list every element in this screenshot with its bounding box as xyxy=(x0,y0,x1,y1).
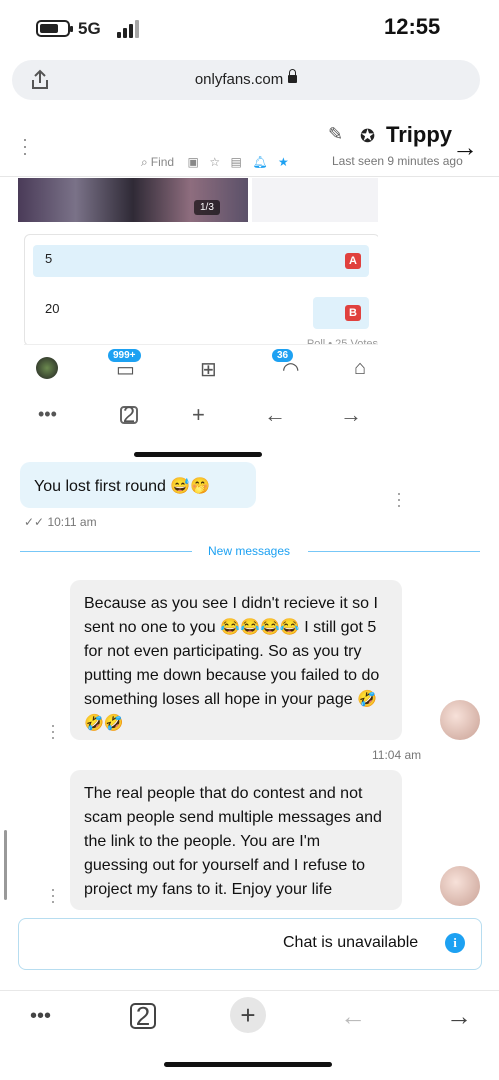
message-options-icon[interactable]: · · · xyxy=(396,484,402,514)
find-label[interactable]: ⌕ Find xyxy=(141,155,177,170)
message-bubble-received[interactable]: Because as you see I didn't recieve it s… xyxy=(70,580,402,740)
messages-badge: 999+ xyxy=(108,349,141,362)
more-icon: ••• xyxy=(38,404,57,424)
option-letter: B xyxy=(345,305,361,321)
message-text: Because as you see I didn't recieve it s… xyxy=(84,595,380,732)
avatar xyxy=(36,357,58,379)
forward-icon[interactable]: → xyxy=(446,1001,472,1032)
back-icon: ← xyxy=(264,402,286,427)
edit-icon[interactable]: ✎ xyxy=(328,124,343,145)
chat-unavailable-banner: Chat is unavailable i xyxy=(18,918,482,970)
bell-icon[interactable]: 🔔︎ xyxy=(252,155,267,169)
notification-badge: 36 xyxy=(272,349,294,362)
media-image-sketch xyxy=(252,178,378,222)
plus-icon: + xyxy=(192,402,205,427)
address-bar[interactable]: onlyfans.com xyxy=(12,60,480,100)
more-options-icon[interactable]: · · · xyxy=(22,130,28,162)
divider-label: New messages xyxy=(208,544,291,558)
header-actions: ⌕ Find ▣ ☆ ▤ 🔔︎ ★ xyxy=(138,153,328,169)
home-indicator-small xyxy=(134,452,262,457)
back-icon[interactable]: ← xyxy=(340,1001,366,1032)
home-indicator xyxy=(164,1062,332,1067)
message-text: You lost first round 😅🤭 xyxy=(34,478,211,495)
option-count: 5 xyxy=(45,251,53,266)
message-text: The real people that do contest and not … xyxy=(84,785,382,898)
poll: A 20 B 5 xyxy=(24,234,378,346)
option-count: 20 xyxy=(45,301,60,316)
unavailable-text: Chat is unavailable xyxy=(283,934,419,951)
more-icon[interactable]: ••• xyxy=(30,1005,51,1028)
message-options-icon[interactable]: · · · xyxy=(50,880,56,910)
gallery-icon[interactable]: ▤ xyxy=(231,155,242,169)
pin-icon[interactable]: ☆ xyxy=(209,155,220,169)
avatar[interactable] xyxy=(440,700,480,740)
network-label: 5G xyxy=(78,19,101,38)
option-letter: A xyxy=(345,253,361,269)
browser-toolbar: ••• 2 + ← → xyxy=(0,990,499,1043)
tabs-icon: 2 xyxy=(120,404,138,426)
signal-icon xyxy=(117,20,141,38)
lock-icon xyxy=(288,69,298,83)
poll-option-a[interactable]: A xyxy=(33,245,369,277)
chat-header: → Trippy ✪ ✎ Last seen 9 minutes ago ⌕ Fi… xyxy=(0,114,499,177)
contact-name[interactable]: Trippy xyxy=(386,122,452,148)
message-bubble-sent[interactable]: You lost first round 😅🤭 xyxy=(20,462,256,508)
message-timestamp: 11:04 am xyxy=(372,748,422,762)
new-messages-divider: New messages xyxy=(20,544,480,558)
poll-option-b[interactable]: B xyxy=(313,297,369,329)
info-icon[interactable]: i xyxy=(445,933,465,953)
forward-icon: → xyxy=(340,402,362,427)
message-bubble-received[interactable]: The real people that do contest and not … xyxy=(70,770,402,910)
embedded-nav: ▭ 999+ ⊞ ◠ 36 ⌂ xyxy=(24,344,378,393)
last-seen: Last seen 9 minutes ago xyxy=(332,154,463,168)
image-counter: 1/3 xyxy=(194,200,220,215)
scrollbar[interactable] xyxy=(4,830,7,900)
message-options-icon[interactable]: · · · xyxy=(50,716,56,746)
embedded-screenshot: 1/3 A 20 B 5 Poll • 25 Votes ▭ 999+ ⊞ ◠ … xyxy=(18,178,378,456)
url-text: onlyfans.com xyxy=(194,71,284,88)
image-icon[interactable]: ▣ xyxy=(188,155,199,169)
message-timestamp: ✓✓ 10:11 am xyxy=(24,515,97,529)
star-icon[interactable]: ★ xyxy=(278,155,289,169)
tabs-icon[interactable]: 2 xyxy=(130,1003,156,1029)
avatar[interactable] xyxy=(440,866,480,906)
clock: 12:55 xyxy=(384,14,441,39)
battery-icon xyxy=(36,20,73,37)
home-icon: ⌂ xyxy=(354,357,367,379)
verified-icon: ✪ xyxy=(360,126,376,146)
status-bar: 12:55 5G xyxy=(0,0,499,58)
new-tab-icon[interactable]: + xyxy=(230,997,266,1033)
embedded-browser-bar: ••• 2 + ← → xyxy=(24,396,378,436)
add-icon: ⊞ xyxy=(200,359,217,381)
